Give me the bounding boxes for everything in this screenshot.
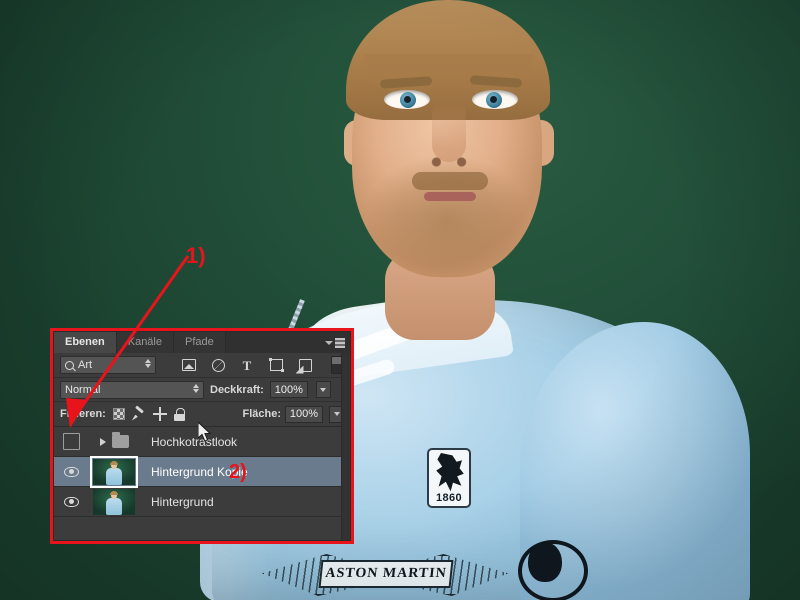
layer-visibility-toggle-kopie[interactable] xyxy=(56,466,86,477)
layer-visibility-toggle-group[interactable] xyxy=(56,433,86,450)
eye-icon[interactable] xyxy=(63,466,79,477)
annotation-marker-1: 1) xyxy=(186,243,206,268)
layer-thumbnail[interactable] xyxy=(90,455,138,488)
chevron-right-icon[interactable] xyxy=(99,437,106,446)
shape-filter-icon[interactable] xyxy=(265,355,287,375)
visibility-checkbox-off-icon[interactable] xyxy=(62,433,80,450)
layer-list-scrollbar[interactable] xyxy=(341,353,350,540)
chevron-down-icon xyxy=(325,340,333,345)
type-filter-icon[interactable]: T xyxy=(236,355,258,375)
table-row[interactable]: Hintergrund Kopie 2) xyxy=(54,455,350,488)
layer-thumbnail-cell[interactable] xyxy=(86,488,142,515)
fill-value[interactable]: 100% xyxy=(285,405,323,423)
fill-label: Fläche: xyxy=(242,408,281,420)
opacity-label: Deckkraft: xyxy=(210,383,264,396)
arrow-to-group-visibility-checkbox xyxy=(66,255,190,428)
folder-icon xyxy=(111,432,129,448)
layer-thumbnail-cell[interactable] xyxy=(86,455,142,488)
layer-name-hintergrund[interactable]: Hintergrund xyxy=(151,495,214,509)
layer-visibility-toggle-hintergrund[interactable] xyxy=(56,496,86,507)
opacity-value[interactable]: 100% xyxy=(269,381,308,398)
eye-icon[interactable] xyxy=(63,496,79,507)
opacity-dropdown[interactable] xyxy=(315,381,331,398)
menu-lines-icon xyxy=(335,337,345,348)
layer-name-hochkotrastlook[interactable]: Hochkotrastlook xyxy=(151,435,237,449)
adjustment-filter-icon[interactable] xyxy=(207,355,229,375)
group-disclosure-cell[interactable] xyxy=(86,432,142,448)
panel-menu-icon[interactable] xyxy=(325,336,345,349)
table-row[interactable]: Hintergrund xyxy=(54,487,350,517)
mouse-pointer xyxy=(198,422,212,442)
annotation-marker-2: 2) xyxy=(229,461,247,483)
layer-list-empty-area xyxy=(54,517,350,539)
layer-thumbnail[interactable] xyxy=(93,488,135,515)
smart-object-filter-icon[interactable] xyxy=(294,355,316,375)
